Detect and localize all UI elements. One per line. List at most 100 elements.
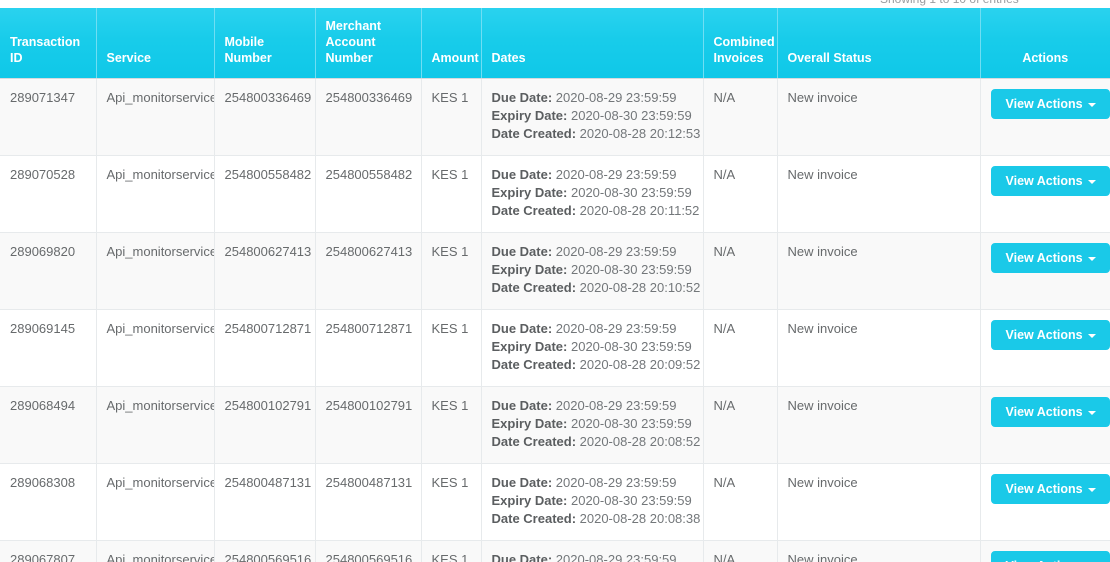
table-row[interactable]: 289068308 Api_monitorservice 254800487131 2… [0,463,1110,541]
table-row[interactable]: 289069820 Api_monitorservice 254800627413 2… [0,232,1110,310]
column-header-overall-status[interactable]: Overall Status [777,8,981,79]
date-line-expiry: Expiry Date: 2020-08-30 23:59:59 [492,338,693,356]
date-label-due: Due Date: [491,244,556,259]
date-value-expiry: 2020-08-30 23:59:59 [570,185,692,200]
showing-entries-strip: Showing 1 to 10 of entries [0,0,1110,8]
cell-overall-status: New invoice [777,386,981,464]
date-label-expiry: Expiry Date: [491,493,571,508]
view-actions-button[interactable]: View Actions [990,551,1110,562]
chevron-down-icon [1087,333,1096,338]
date-line-expiry: Expiry Date: 2020-08-30 23:59:59 [492,415,693,433]
cell-mobile-number: 254800102791 [214,386,316,464]
invoices-page: Showing 1 to 10 of entries Transaction I… [0,0,1110,562]
date-line-created: Date Created: 2020-08-28 20:10:52 [492,279,701,297]
table-row[interactable]: 289070528 Api_monitorservice 254800558482 2… [0,155,1110,233]
date-line-due: Due Date: 2020-08-29 23:59:59 [492,89,693,107]
column-header-mobile-number[interactable]: Mobile Number [214,8,316,79]
date-label-created: Date Created: [491,203,580,218]
cell-transaction-id: 289067807 [0,540,97,562]
cell-mobile-number: 254800336469 [214,78,316,156]
cell-overall-status: New invoice [777,78,981,156]
cell-service: Api_monitorservice [96,309,215,387]
cell-actions: View Actions [980,155,1110,233]
cell-service: Api_monitorservice [96,232,215,310]
date-line-expiry: Expiry Date: 2020-08-30 23:59:59 [492,184,693,202]
date-line-due: Due Date: 2020-08-29 23:59:59 [492,320,693,338]
view-actions-label: View Actions [1005,251,1083,265]
date-label-due: Due Date: [491,90,556,105]
view-actions-label: View Actions [1005,328,1083,342]
table-row[interactable]: 289069145 Api_monitorservice 254800712871 2… [0,309,1110,387]
view-actions-button[interactable]: View Actions [990,89,1110,119]
view-actions-button[interactable]: View Actions [990,166,1110,196]
cell-dates: Due Date: 2020-08-29 23:59:59 Expiry Date… [481,155,704,233]
showing-entries-text: Showing 1 to 10 of entries [880,0,1019,6]
date-value-due: 2020-08-29 23:59:59 [555,321,677,336]
table-row[interactable]: 289068494 Api_monitorservice 254800102791 2… [0,386,1110,464]
date-label-expiry: Expiry Date: [491,416,571,431]
date-value-due: 2020-08-29 23:59:59 [555,552,677,562]
view-actions-button[interactable]: View Actions [990,474,1110,504]
cell-dates: Due Date: 2020-08-29 23:59:59Expiry Date… [481,309,704,387]
column-header-transaction-id[interactable]: Transaction ID [0,8,97,79]
table-row[interactable]: 289067807 Api_monitorservice 254800569516 2… [0,540,1110,562]
date-value-due: 2020-08-29 23:59:59 [555,167,677,182]
column-header-actions: Actions [980,8,1110,79]
column-header-merchant-account-number[interactable]: Merchant Account Number [315,8,422,79]
view-actions-button[interactable]: View Actions [990,243,1110,273]
table-row[interactable]: 289071347 Api_monitorservice 254800336469 2… [0,78,1110,156]
date-value-created: 2020-08-28 20:08:52 [579,434,701,449]
cell-actions: View Actions [980,309,1110,387]
cell-merchant-account-number: 254800627413 [315,232,422,310]
date-value-created: 2020-08-28 20:09:52 [579,357,701,372]
cell-service: Api_monitorservice [96,386,215,464]
column-header-combined-invoices[interactable]: Combined Invoices [703,8,778,79]
cell-transaction-id: 289069820 [0,232,97,310]
cell-merchant-account-number: 254800558482 [315,155,422,233]
cell-overall-status: New invoice [777,463,981,541]
cell-amount: KES 1 [421,78,482,156]
cell-mobile-number: 254800627413 [214,232,316,310]
invoices-table-scroll[interactable]: Transaction ID Service Mobile Number Mer… [0,8,1110,562]
date-label-created: Date Created: [491,434,580,449]
cell-overall-status: New invoice [777,309,981,387]
cell-dates: Due Date: 2020-08-29 23:59:59Expiry Date… [481,540,704,562]
cell-combined-invoices: N/A [703,155,778,233]
chevron-down-icon [1087,256,1096,261]
view-actions-label: View Actions [1005,174,1083,188]
date-label-due: Due Date: [491,167,556,182]
date-value-due: 2020-08-29 23:59:59 [555,475,677,490]
cell-transaction-id: 289068308 [0,463,97,541]
column-header-amount[interactable]: Amount [421,8,482,79]
view-actions-button[interactable]: View Actions [990,320,1110,350]
cell-service: Api_monitorservice [96,155,215,233]
date-line-created: Date Created: 2020-08-28 20:08:38 [492,510,701,528]
date-label-due: Due Date: [491,321,556,336]
view-actions-button[interactable]: View Actions [990,397,1110,427]
date-label-due: Due Date: [491,398,556,413]
column-header-service[interactable]: Service [96,8,215,79]
date-value-due: 2020-08-29 23:59:59 [555,244,677,259]
date-line-created: Date Created: 2020-08-28 20:11:52 [491,202,700,220]
cell-actions: View Actions [980,463,1110,541]
date-line-expiry: Expiry Date: 2020-08-30 23:59:59 [492,492,693,510]
date-value-expiry: 2020-08-30 23:59:59 [570,493,692,508]
cell-mobile-number: 254800712871 [214,309,316,387]
cell-overall-status: New invoice [777,232,981,310]
table-body: 289071347 Api_monitorservice 254800336469 2… [0,78,1110,562]
cell-combined-invoices: N/A [703,540,778,562]
chevron-down-icon [1087,410,1096,415]
cell-actions: View Actions [980,540,1110,562]
date-value-created: 2020-08-28 20:12:53 [579,126,701,141]
date-label-created: Date Created: [491,126,580,141]
date-value-expiry: 2020-08-30 23:59:59 [570,339,692,354]
date-line-due: Due Date: 2020-08-29 23:59:59 [492,243,693,261]
date-label-expiry: Expiry Date: [491,262,571,277]
cell-merchant-account-number: 254800712871 [315,309,422,387]
column-header-dates[interactable]: Dates [481,8,704,79]
chevron-down-icon [1087,102,1096,107]
cell-actions: View Actions [980,386,1110,464]
cell-transaction-id: 289069145 [0,309,97,387]
cell-mobile-number: 254800487131 [214,463,316,541]
date-value-due: 2020-08-29 23:59:59 [555,90,677,105]
